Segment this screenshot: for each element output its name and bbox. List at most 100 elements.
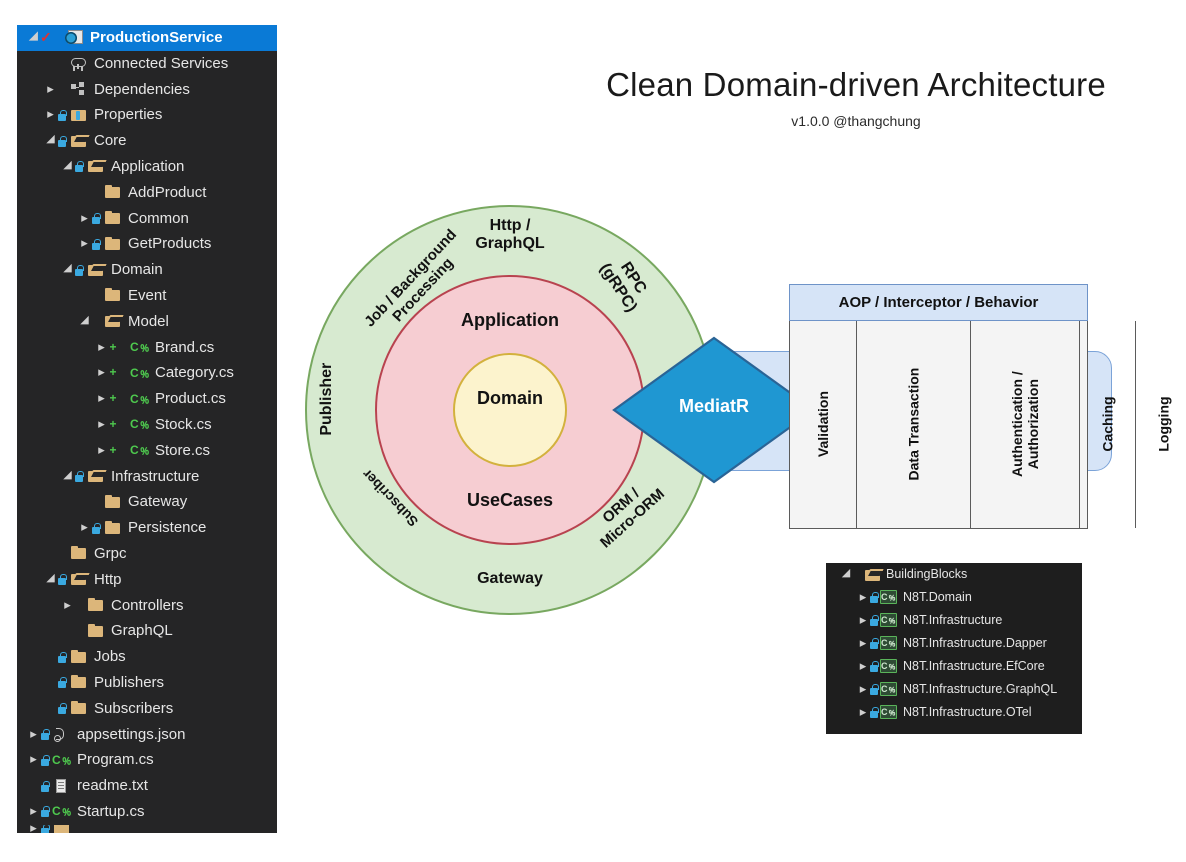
tree-item-partial[interactable]: [17, 824, 277, 833]
tree-item-n8t-infrastructure-otel[interactable]: N8T.Infrastructure.OTel: [826, 701, 1082, 724]
tree-item-label: N8T.Infrastructure.GraphQL: [903, 682, 1058, 696]
tree-item-gateway[interactable]: Gateway: [17, 489, 277, 515]
chevron-right-icon[interactable]: [857, 585, 869, 610]
chevron-right-icon[interactable]: [95, 437, 108, 465]
tree-item-infrastructure[interactable]: Infrastructure: [17, 464, 277, 490]
tree-item-getproducts[interactable]: GetProducts: [17, 231, 277, 257]
chevron-down-icon[interactable]: [840, 563, 852, 586]
chevron-right-icon[interactable]: [27, 798, 40, 826]
csharp-file-icon: [52, 752, 72, 769]
tree-item-domain[interactable]: Domain: [17, 257, 277, 283]
chevron-right-icon[interactable]: [857, 608, 869, 633]
tree-item-controllers[interactable]: Controllers: [17, 593, 277, 619]
tree-item-persistence[interactable]: Persistence: [17, 515, 277, 541]
lock-icon: [57, 573, 68, 586]
plus-icon: +: [109, 391, 117, 406]
aop-column-logging: Logging: [1136, 321, 1186, 528]
tree-item-n8t-domain[interactable]: N8T.Domain: [826, 586, 1082, 609]
plus-icon: +: [109, 442, 117, 457]
aop-columns: Validation Data Transaction Authentication…: [789, 321, 1172, 529]
chevron-right-icon[interactable]: [78, 514, 91, 542]
tree-item-label: Properties: [94, 106, 163, 124]
tree-item-subscribers[interactable]: Subscribers: [17, 696, 277, 722]
tree-item-buildingblocks[interactable]: BuildingBlocks: [826, 563, 1082, 586]
tree-item-dependencies[interactable]: Dependencies: [17, 77, 277, 103]
folder-icon: [69, 700, 89, 717]
tree-item-connected-services[interactable]: Connected Services: [17, 51, 277, 77]
dependencies-icon: [69, 81, 89, 98]
chevron-down-icon[interactable]: [44, 128, 57, 154]
tree-item-startup-cs[interactable]: Startup.cs: [17, 799, 277, 825]
tree-item-common[interactable]: Common: [17, 206, 277, 232]
tree-item-properties[interactable]: Properties: [17, 102, 277, 128]
chevron-right-icon[interactable]: [95, 385, 108, 413]
tree-item-http[interactable]: Http: [17, 567, 277, 593]
chevron-right-icon[interactable]: [44, 76, 57, 104]
tree-item-addproduct[interactable]: AddProduct: [17, 180, 277, 206]
tree-item-application[interactable]: Application: [17, 154, 277, 180]
tree-item-event[interactable]: Event: [17, 283, 277, 309]
chevron-right-icon[interactable]: [857, 654, 869, 679]
tree-item-label: Category.cs: [155, 364, 234, 382]
tree-item-label: Publishers: [94, 673, 165, 691]
chevron-right-icon[interactable]: [95, 359, 108, 387]
chevron-right-icon[interactable]: [95, 334, 108, 362]
tree-item-label: N8T.Infrastructure.EfCore: [903, 659, 1045, 673]
chevron-down-icon[interactable]: [27, 25, 40, 51]
tree-item-product-cs[interactable]: + Product.cs: [17, 386, 277, 412]
tree-item-model[interactable]: Model: [17, 309, 277, 335]
chevron-right-icon[interactable]: [78, 205, 91, 233]
tree-item-n8t-infrastructure-graphql[interactable]: N8T.Infrastructure.GraphQL: [826, 678, 1082, 701]
tree-item-store-cs[interactable]: + Store.cs: [17, 438, 277, 464]
tree-item-brand-cs[interactable]: + Brand.cs: [17, 335, 277, 361]
tree-item-publishers[interactable]: Publishers: [17, 670, 277, 696]
csproj-icon: [880, 705, 899, 720]
folder-icon: [103, 287, 123, 304]
building-blocks-panel[interactable]: BuildingBlocks N8T.Domain N8T.Infrastructu…: [826, 563, 1082, 734]
tree-item-program-cs[interactable]: Program.cs: [17, 747, 277, 773]
mediatr-label: MediatR: [678, 396, 749, 416]
tree-item-jobs[interactable]: Jobs: [17, 644, 277, 670]
chevron-right-icon[interactable]: [857, 631, 869, 656]
chevron-down-icon[interactable]: [44, 567, 57, 593]
lock-icon: [40, 780, 51, 793]
tree-item-label: N8T.Infrastructure: [903, 613, 1003, 627]
lock-icon: [869, 637, 879, 650]
chevron-right-icon[interactable]: [44, 101, 57, 129]
cloud-icon: [69, 55, 89, 72]
tree-item-label: Gateway: [128, 493, 188, 511]
tree-item-grpc[interactable]: Grpc: [17, 541, 277, 567]
chevron-down-icon[interactable]: [61, 257, 74, 283]
tree-item-n8t-infrastructure-efcore[interactable]: N8T.Infrastructure.EfCore: [826, 655, 1082, 678]
chevron-right-icon[interactable]: [27, 721, 40, 749]
chevron-down-icon[interactable]: [78, 309, 91, 335]
chevron-right-icon[interactable]: [27, 825, 40, 833]
tree-item-label: GetProducts: [128, 235, 212, 253]
aop-header-label: AOP / Interceptor / Behavior: [789, 284, 1088, 321]
tree-item-n8t-infrastructure-dapper[interactable]: N8T.Infrastructure.Dapper: [826, 632, 1082, 655]
chevron-right-icon[interactable]: [27, 746, 40, 774]
csharp-file-icon: [130, 365, 150, 382]
folder-open-icon: [86, 158, 106, 175]
tree-item-stock-cs[interactable]: + Stock.cs: [17, 412, 277, 438]
tree-item-label: Dependencies: [94, 80, 190, 98]
tree-item-label: N8T.Domain: [903, 590, 972, 604]
tree-item-category-cs[interactable]: + Category.cs: [17, 360, 277, 386]
chevron-down-icon[interactable]: [61, 154, 74, 180]
csproj-icon: [880, 636, 899, 651]
chevron-right-icon[interactable]: [857, 677, 869, 702]
tree-item-core[interactable]: Core: [17, 128, 277, 154]
chevron-right-icon[interactable]: [61, 592, 74, 620]
chevron-right-icon[interactable]: [857, 700, 869, 725]
csproj-icon: [880, 682, 899, 697]
solution-explorer-panel[interactable]: ✓ ProductionService Connected Services Depe…: [17, 25, 277, 833]
tree-item-productionservice[interactable]: ✓ ProductionService: [17, 25, 277, 51]
tree-item-label: Program.cs: [77, 751, 154, 769]
tree-item-n8t-infrastructure[interactable]: N8T.Infrastructure: [826, 609, 1082, 632]
chevron-down-icon[interactable]: [61, 464, 74, 490]
chevron-right-icon[interactable]: [78, 230, 91, 258]
chevron-right-icon[interactable]: [95, 411, 108, 439]
tree-item-appsettings-json[interactable]: appsettings.json: [17, 722, 277, 748]
tree-item-readme-txt[interactable]: readme.txt: [17, 773, 277, 799]
tree-item-graphql[interactable]: GraphQL: [17, 618, 277, 644]
